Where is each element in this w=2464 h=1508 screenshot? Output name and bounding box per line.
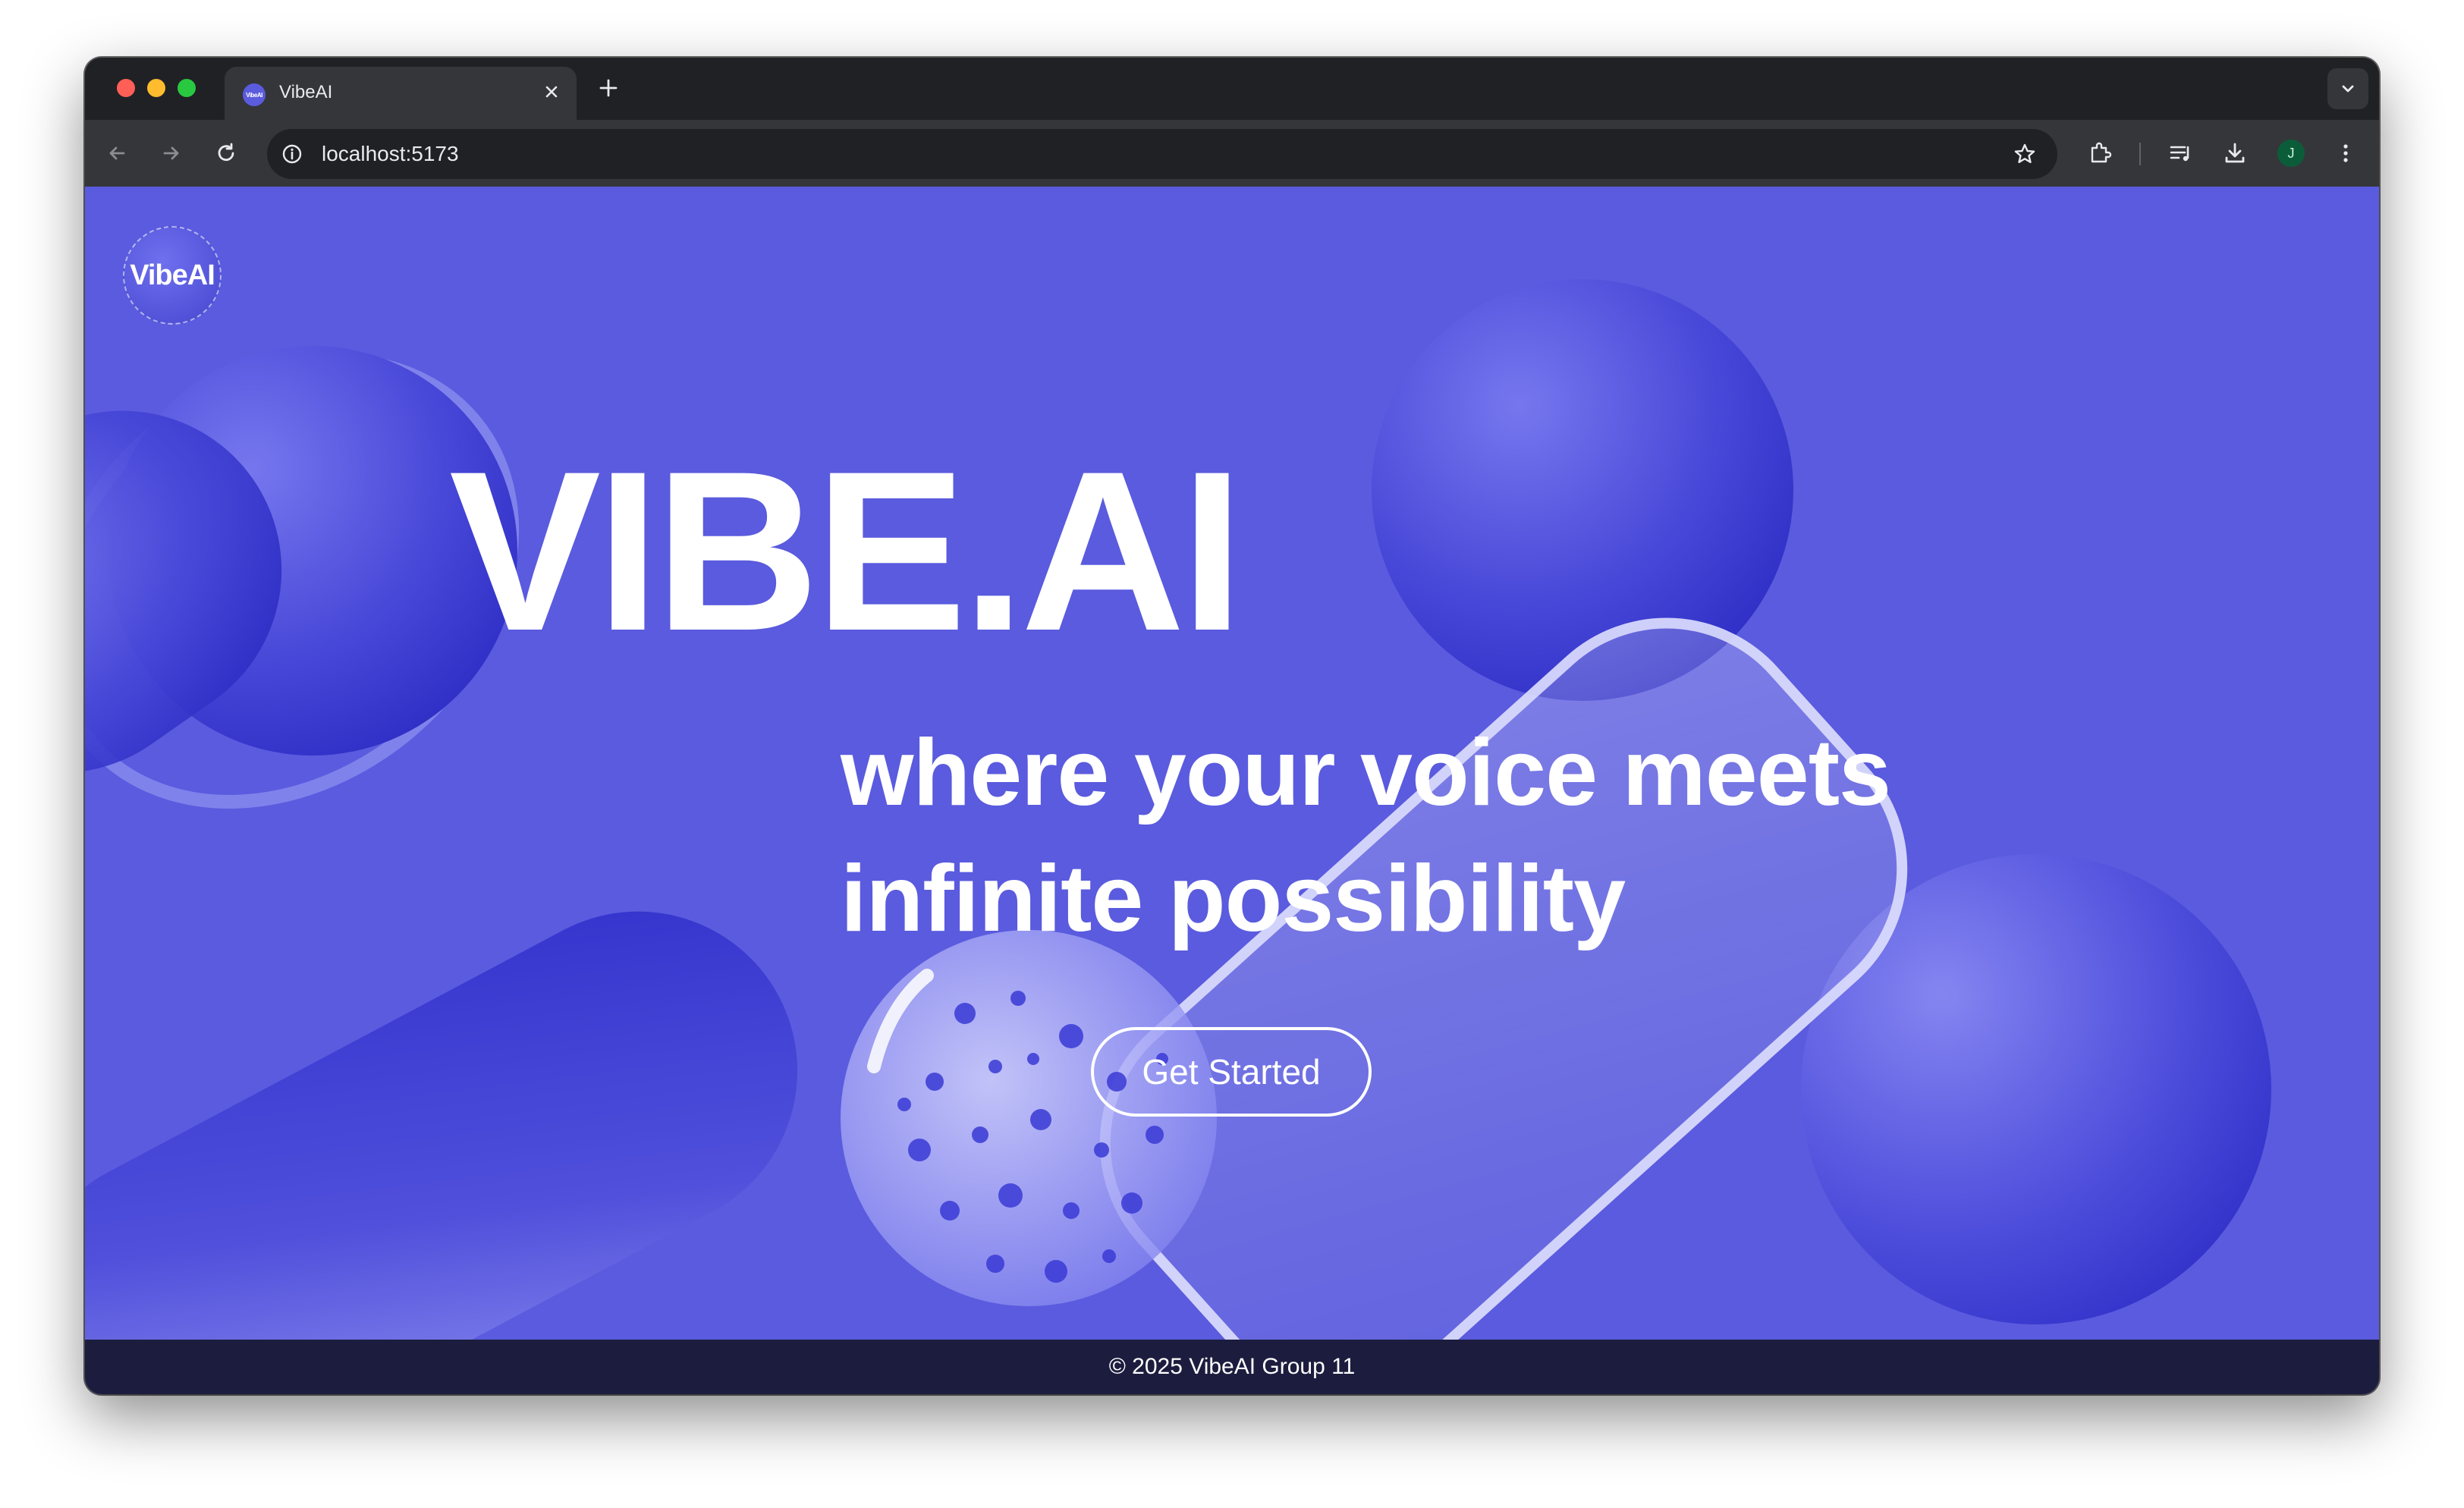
footer: © 2025 VibeAI Group 11: [85, 1340, 2379, 1394]
favicon-icon: VibeAI: [243, 83, 266, 106]
address-bar[interactable]: localhost:5173: [267, 129, 2057, 179]
browser-toolbar: localhost:5173 J: [85, 120, 2379, 187]
extensions-icon[interactable]: [2083, 137, 2117, 170]
reading-list-icon[interactable]: [2164, 137, 2197, 170]
site-info-icon[interactable]: [281, 143, 303, 165]
vibeai-logo[interactable]: VibeAI: [123, 226, 222, 325]
close-icon[interactable]: [539, 79, 564, 105]
tab-strip: VibeAI VibeAI: [85, 58, 2379, 120]
bookmark-star-icon[interactable]: [2012, 141, 2038, 167]
tab-vibeai[interactable]: VibeAI VibeAI: [225, 67, 577, 120]
reload-icon[interactable]: [209, 137, 243, 170]
hero-subtitle: where your voice meets infinite possibil…: [841, 710, 2054, 962]
hero-subtitle-line-2: infinite possibility: [841, 847, 1626, 951]
minimize-window-button[interactable]: [147, 79, 165, 97]
web-page: VibeAI VIBE.AI where your voice meets in…: [85, 187, 2379, 1394]
footer-copyright: © 2025 VibeAI Group 11: [1108, 1354, 1356, 1379]
tab-search-icon[interactable]: [2327, 68, 2368, 109]
hero-subtitle-line-1: where your voice meets: [841, 721, 1891, 825]
download-icon[interactable]: [2218, 137, 2252, 170]
url-text: localhost:5173: [322, 142, 459, 165]
back-arrow-icon[interactable]: [100, 137, 134, 170]
more-menu-icon[interactable]: [2329, 137, 2362, 170]
tab-title: VibeAI: [279, 82, 333, 102]
toolbar-separator: [2139, 143, 2141, 165]
hero-title: VIBE.AI: [449, 423, 1244, 678]
profile-avatar[interactable]: J: [2277, 140, 2305, 167]
get-started-button[interactable]: Get Started: [1091, 1027, 1372, 1117]
forward-arrow-icon[interactable]: [155, 137, 188, 170]
plus-icon[interactable]: [593, 73, 624, 103]
close-window-button[interactable]: [117, 79, 135, 97]
browser-window: VibeAI VibeAI localhost:5173 J VibeAI VI…: [85, 58, 2379, 1394]
maximize-window-button[interactable]: [178, 79, 196, 97]
